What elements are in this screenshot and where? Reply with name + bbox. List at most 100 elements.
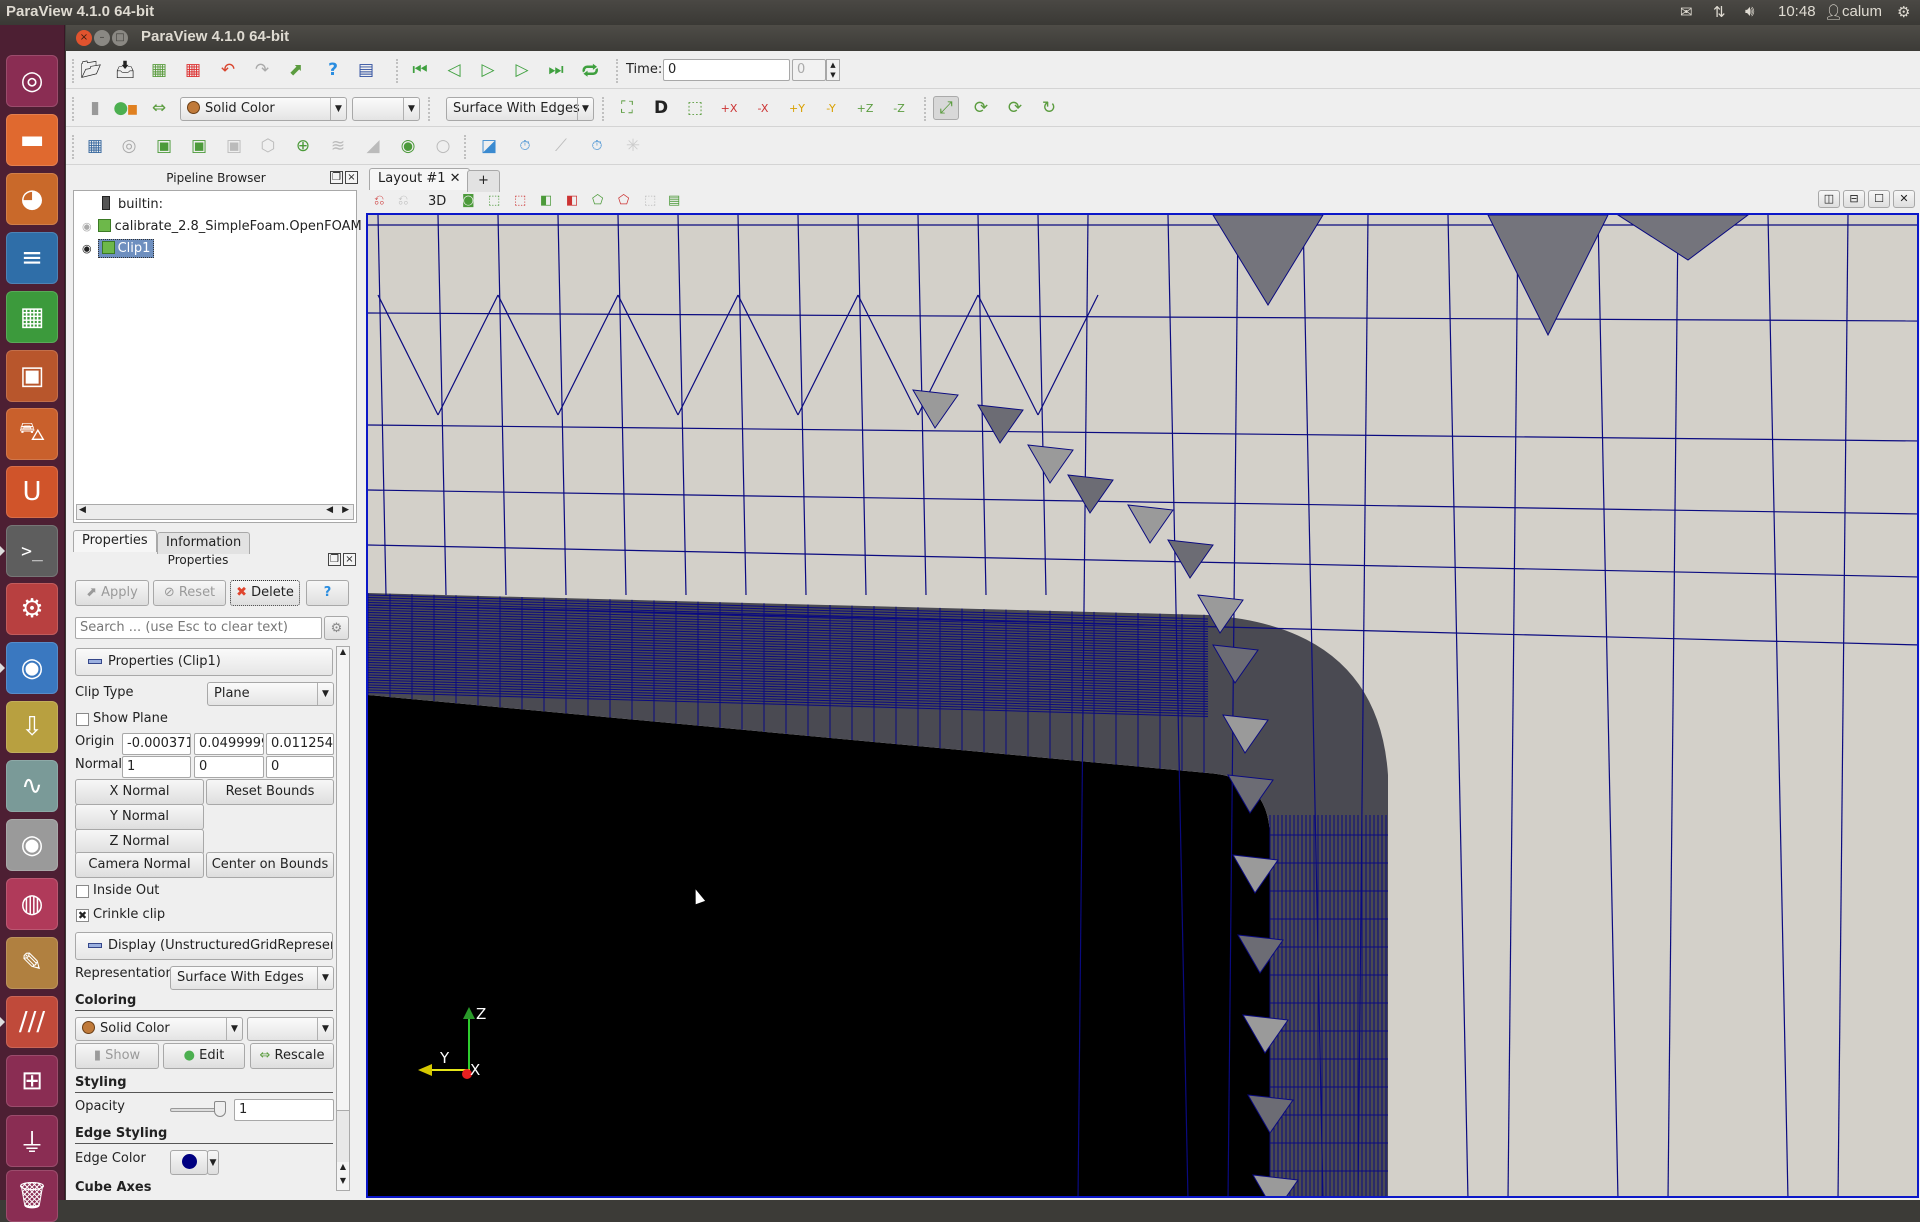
apply-button[interactable]: ⬈ Apply	[75, 580, 149, 606]
view-minus-x-icon[interactable]: -X	[750, 96, 776, 120]
scroll-down-icon[interactable]: ▼	[337, 1176, 349, 1190]
volume-icon[interactable]: 🔊︎	[1745, 3, 1754, 20]
launcher-system-settings[interactable]: ⚙	[6, 583, 58, 635]
edge-color-button[interactable]	[170, 1150, 208, 1175]
representation-select-panel[interactable]: Surface With Edges ▼	[170, 966, 334, 990]
launcher-dash-home[interactable]: ◎	[6, 55, 58, 107]
pipeline-item-builtin[interactable]: builtin:	[102, 194, 163, 216]
launcher-ubuntu-one[interactable]: U	[6, 466, 58, 518]
undo-icon[interactable]: ↶	[215, 58, 241, 82]
launcher-software-center[interactable]: ⛍	[6, 408, 58, 460]
close-panel-icon[interactable]: ×	[345, 171, 358, 184]
show-color-legend-button[interactable]: ▮ Show	[75, 1043, 159, 1069]
scroll-right-icon[interactable]: ▶	[342, 505, 349, 515]
inside-out-checkbox[interactable]	[76, 885, 89, 898]
launcher-red-app[interactable]: ◍	[6, 878, 58, 930]
center-on-bounds-button[interactable]: Center on Bounds	[206, 852, 334, 878]
origin-x-input[interactable]: -0.000371	[122, 733, 191, 755]
help-button[interactable]: ?	[306, 580, 349, 606]
preview-icon[interactable]: ⎌	[398, 193, 408, 208]
glyph-icon[interactable]: ⊕	[290, 134, 316, 158]
first-frame-icon[interactable]: ⏮	[407, 58, 433, 82]
color-map-editor-icon[interactable]: ▤	[353, 58, 379, 82]
render-view[interactable]: Z Y X	[366, 213, 1919, 1198]
maximize-window-icon[interactable]: □	[112, 30, 128, 46]
connect-server-icon[interactable]: ▦	[146, 58, 172, 82]
next-frame-icon[interactable]: ▷	[509, 58, 535, 82]
select-polygon-cells-icon[interactable]: ⬠	[592, 193, 603, 208]
threshold-icon[interactable]: ▣	[221, 134, 247, 158]
power-gear-icon[interactable]: ⚙	[1897, 3, 1910, 21]
minimize-window-icon[interactable]: –	[94, 30, 110, 46]
add-layout-tab-button[interactable]: +	[467, 170, 500, 192]
scroll-up-icon[interactable]: ▲	[337, 647, 349, 661]
launcher-firefox[interactable]: ◕	[6, 173, 58, 225]
pipeline-item-openfoam[interactable]: ◉ calibrate_2.8_SimpleFoam.OpenFOAM	[82, 216, 362, 238]
x-normal-button[interactable]: X Normal	[75, 779, 204, 805]
edit-color-map-button[interactable]: ● Edit	[163, 1043, 245, 1069]
time-spin-arrows[interactable]: ▲ ▼	[826, 59, 840, 81]
group-display-properties[interactable]: Display (UnstructuredGridRepresentation)	[75, 932, 333, 960]
opacity-input[interactable]: 1	[234, 1099, 334, 1121]
group-datasets-icon[interactable]: ◉	[395, 134, 421, 158]
previous-frame-icon[interactable]: ◁	[441, 58, 467, 82]
launcher-libreoffice-impress[interactable]: ▣	[6, 350, 58, 402]
edit-color-map-icon[interactable]: ● ▆	[112, 96, 138, 120]
view-plus-x-icon[interactable]: +X	[716, 96, 742, 120]
close-panel-icon[interactable]: ×	[343, 553, 356, 566]
slice-icon[interactable]: ▣	[186, 134, 212, 158]
close-view-icon[interactable]: ✕	[1893, 190, 1915, 208]
coloring-select[interactable]: Solid Color ▼	[75, 1017, 243, 1041]
properties-scrollbar[interactable]: ▲ ▲ ▼	[336, 646, 350, 1191]
launcher-eye-app[interactable]: ◉	[6, 819, 58, 871]
coloring-component-select[interactable]: ▼	[247, 1017, 334, 1041]
rescale-range-icon[interactable]: ⇔	[146, 96, 172, 120]
scroll-left-icon[interactable]: ◀	[326, 505, 333, 515]
clip-type-select[interactable]: Plane ▼	[207, 682, 334, 706]
view-minus-y-icon[interactable]: -Y	[818, 96, 844, 120]
tab-properties[interactable]: Properties	[73, 530, 157, 552]
property-search-input[interactable]: Search ... (use Esc to clear text)	[75, 617, 322, 639]
calculator-icon[interactable]: ▦	[82, 134, 108, 158]
reset-bounds-button[interactable]: Reset Bounds	[206, 779, 334, 805]
find-data-icon[interactable]: ◪	[476, 134, 502, 158]
normal-y-input[interactable]: 0	[194, 756, 264, 778]
component-select[interactable]: ▼	[352, 97, 420, 121]
float-panel-icon[interactable]: ❐	[328, 553, 341, 566]
maximize-view-icon[interactable]: ☐	[1868, 190, 1890, 208]
contour-icon[interactable]: ◎	[116, 134, 142, 158]
color-by-select[interactable]: Solid Color ▼	[180, 97, 347, 121]
disconnect-server-icon[interactable]: ▦	[180, 58, 206, 82]
launcher-workspace-switcher[interactable]: ⊞	[6, 1055, 58, 1107]
launcher-system-monitor[interactable]: ∿	[6, 760, 58, 812]
camera-normal-button[interactable]: Camera Normal	[75, 852, 204, 878]
interactive-select-icon[interactable]: ▤	[668, 193, 680, 208]
extract-selection-icon[interactable]: ✳	[620, 134, 646, 158]
view-plus-y-icon[interactable]: +Y	[784, 96, 810, 120]
group-clip-properties[interactable]: Properties (Clip1)	[75, 648, 333, 676]
load-state-icon[interactable]: 📥︎	[112, 58, 138, 82]
pipeline-item-clip1[interactable]: ◉ Clip1	[82, 238, 155, 260]
select-cells-through-icon[interactable]: ◧	[540, 193, 552, 208]
show-plane-checkbox[interactable]	[76, 713, 89, 726]
toggle-color-legend-icon[interactable]: ▮	[82, 96, 108, 120]
launcher-paraview[interactable]: ///	[6, 996, 58, 1048]
extract-level-icon[interactable]: ○	[430, 134, 456, 158]
redo-icon[interactable]: ↷	[249, 58, 275, 82]
advanced-settings-gear-icon[interactable]: ⚙	[324, 616, 349, 640]
opacity-slider-handle[interactable]	[214, 1101, 226, 1117]
help-icon[interactable]: ?	[320, 58, 346, 82]
close-window-icon[interactable]: ×	[76, 30, 92, 46]
eye-icon[interactable]: ◉	[82, 242, 92, 255]
scroll-left-icon[interactable]: ◀	[79, 505, 86, 515]
play-icon[interactable]: ▷	[475, 58, 501, 82]
launcher-archive-manager[interactable]: ⇩	[6, 701, 58, 753]
edge-color-dropdown-icon[interactable]: ▼	[207, 1150, 219, 1175]
plot-over-line-icon[interactable]: ⟋	[548, 134, 574, 158]
reset-button[interactable]: ⊘ Reset	[153, 580, 226, 606]
crinkle-clip-checkbox[interactable]: ✖	[76, 909, 89, 922]
time-input[interactable]: 0	[663, 59, 790, 81]
pick-center-icon[interactable]: ↻	[1036, 96, 1062, 120]
delete-button[interactable]: ✖ Delete	[230, 580, 300, 606]
view-plus-z-icon[interactable]: +Z	[852, 96, 878, 120]
